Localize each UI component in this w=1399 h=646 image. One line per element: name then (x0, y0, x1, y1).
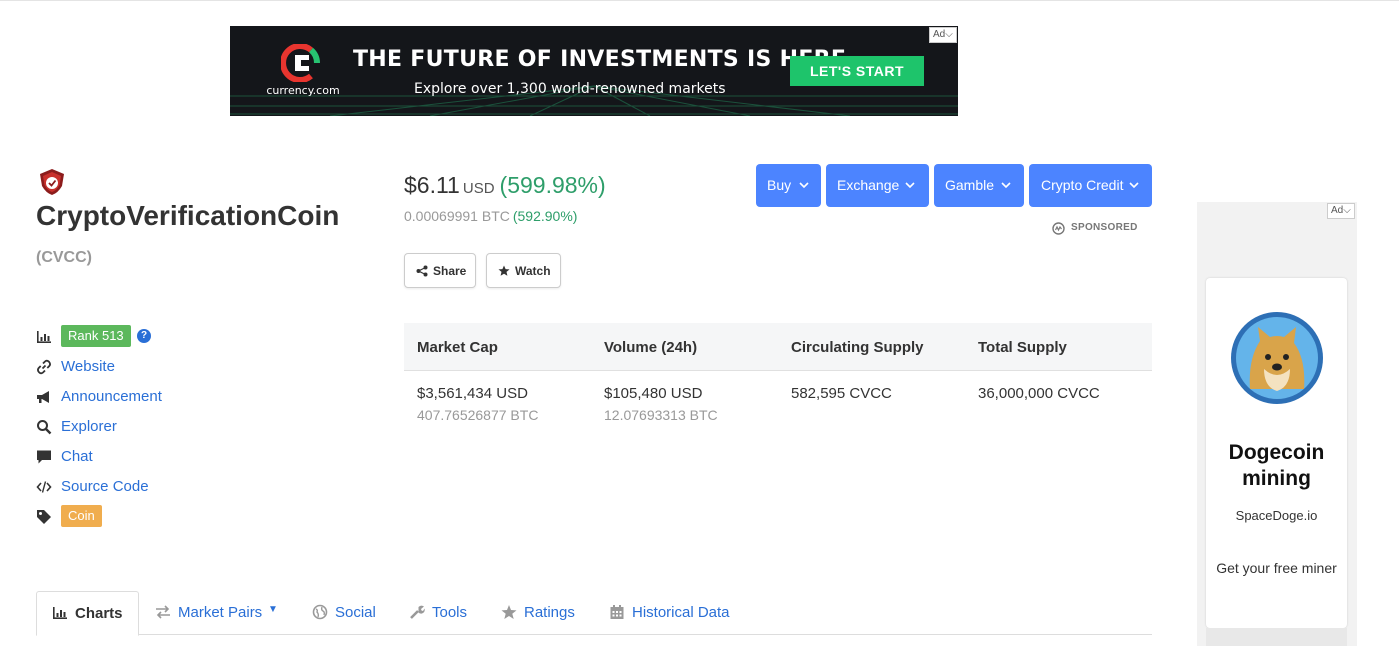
star-icon (501, 605, 517, 619)
total-supply-value: 36,000,000 CVCC (978, 385, 1100, 402)
tab-market-pairs-label: Market Pairs (178, 604, 263, 621)
banner-ad[interactable]: currency.com THE FUTURE OF INVESTMENTS I… (230, 26, 958, 116)
currency-com-logo: currency.com (263, 44, 340, 108)
tag-icon (37, 510, 51, 524)
sponsored-text: SPONSORED (1071, 222, 1138, 233)
search-icon (37, 420, 52, 435)
price-change-percent: (599.98%) (499, 172, 606, 198)
help-icon[interactable]: ? (137, 329, 151, 343)
caret-down-icon: ▼ (268, 604, 278, 615)
side-ad[interactable]: Dogecoin mining SpaceDoge.io Get your fr… (1197, 202, 1357, 646)
chevron-down-icon (1129, 182, 1139, 189)
ad-label: Ad (1331, 205, 1344, 216)
tab-social-label: Social (335, 604, 376, 621)
coin-tag-badge[interactable]: Coin (61, 505, 102, 527)
bullhorn-icon (37, 391, 49, 403)
watch-label: Watch (515, 264, 551, 278)
exchange-dropdown-button[interactable]: Exchange (826, 164, 929, 207)
tab-charts-label: Charts (75, 605, 123, 622)
chevron-down-icon: ⌵ (1343, 205, 1351, 216)
price-usd: $6.11 (404, 172, 460, 198)
rank-badge: Rank 513 (61, 325, 131, 347)
side-ad-card[interactable]: Dogecoin mining SpaceDoge.io Get your fr… (1206, 278, 1347, 628)
buy-label: Buy (767, 177, 792, 193)
source-code-link-label: Source Code (61, 478, 149, 495)
watch-button[interactable]: Watch (486, 253, 561, 288)
bar-chart-icon (37, 331, 51, 343)
ad-label: Ad (933, 29, 946, 40)
banner-cta-button[interactable]: LET'S START (790, 56, 924, 86)
tab-ratings-label: Ratings (524, 604, 575, 621)
exchange-arrows-icon (156, 605, 170, 619)
crypto-credit-dropdown-button[interactable]: Crypto Credit (1029, 164, 1152, 207)
chat-link-label: Chat (61, 448, 93, 465)
chat-bubble-icon (37, 450, 51, 464)
banner-ad-choices[interactable]: Ad⌵ (929, 27, 957, 43)
currency-logo-icon (281, 44, 321, 82)
wrench-icon (410, 605, 425, 619)
stats-header-total-supply: Total Supply (978, 339, 1067, 356)
top-divider (0, 0, 1399, 1)
tab-charts[interactable]: Charts (36, 591, 139, 636)
stats-header-market-cap: Market Cap (417, 339, 498, 356)
price-block: $6.11 USD (599.98%) (404, 172, 606, 199)
code-icon (36, 481, 52, 493)
stats-header-volume: Volume (24h) (604, 339, 698, 356)
price-btc-block: 0.00069991 BTC (592.90%) (404, 208, 577, 224)
tab-tools-label: Tools (432, 604, 468, 621)
side-ad-choices[interactable]: Ad⌵ (1327, 203, 1355, 219)
side-ad-cta[interactable]: Get your free miner (1206, 559, 1347, 578)
crypto-credit-label: Crypto Credit (1041, 177, 1124, 193)
stats-header-circulating-supply: Circulating Supply (791, 339, 924, 356)
announcement-link-label: Announcement (61, 388, 162, 405)
coin-symbol: (CVCC) (36, 249, 92, 266)
share-icon (416, 265, 428, 277)
price-btc: 0.00069991 BTC (404, 208, 510, 224)
market-cap-btc: 407.76526877 BTC (417, 407, 539, 423)
share-button[interactable]: Share (404, 253, 476, 288)
chevron-down-icon (905, 182, 915, 189)
doge-avatar-image (1231, 312, 1323, 404)
price-currency: USD (462, 180, 495, 197)
volume-btc: 12.07693313 BTC (604, 407, 718, 423)
side-ad-title: Dogecoin mining (1228, 441, 1325, 490)
chevron-down-icon (799, 182, 809, 189)
side-ad-footer (1206, 628, 1347, 646)
side-ad-host: SpaceDoge.io (1235, 508, 1318, 523)
website-link-label: Website (61, 358, 115, 375)
gamble-label: Gamble (945, 177, 995, 193)
tab-historical-data-label: Historical Data (632, 604, 730, 621)
chevron-down-icon: ⌵ (945, 29, 953, 40)
banner-subline: Explore over 1,300 world-renowned market… (414, 81, 726, 97)
link-icon (37, 359, 51, 375)
market-cap-usd: $3,561,434 USD (417, 385, 528, 402)
banner-logo-text: currency.com (266, 84, 340, 97)
coin-shield-logo (40, 169, 64, 195)
exchange-label: Exchange (837, 177, 900, 193)
circulating-supply-value: 582,595 CVCC (791, 385, 892, 402)
share-label: Share (433, 264, 467, 278)
bar-chart-icon (53, 607, 67, 619)
banner-headline: THE FUTURE OF INVESTMENTS IS HERE (353, 47, 847, 72)
sponsored-label: SPONSORED (1052, 222, 1138, 235)
chevron-down-icon (1001, 182, 1011, 189)
calendar-icon (610, 605, 624, 619)
price-btc-change: (592.90%) (512, 208, 578, 224)
volume-usd: $105,480 USD (604, 385, 703, 402)
coinmarketcap-logo-icon (1052, 222, 1065, 235)
explorer-link-label: Explorer (61, 418, 117, 435)
detail-tabs: Charts Market Pairs ▼ Social Tools Ratin… (36, 591, 1152, 636)
star-icon (498, 265, 510, 276)
globe-icon (312, 604, 328, 620)
coin-name-heading: CryptoVerificationCoin (36, 200, 340, 231)
buy-dropdown-button[interactable]: Buy (756, 164, 821, 207)
gamble-dropdown-button[interactable]: Gamble (934, 164, 1024, 207)
